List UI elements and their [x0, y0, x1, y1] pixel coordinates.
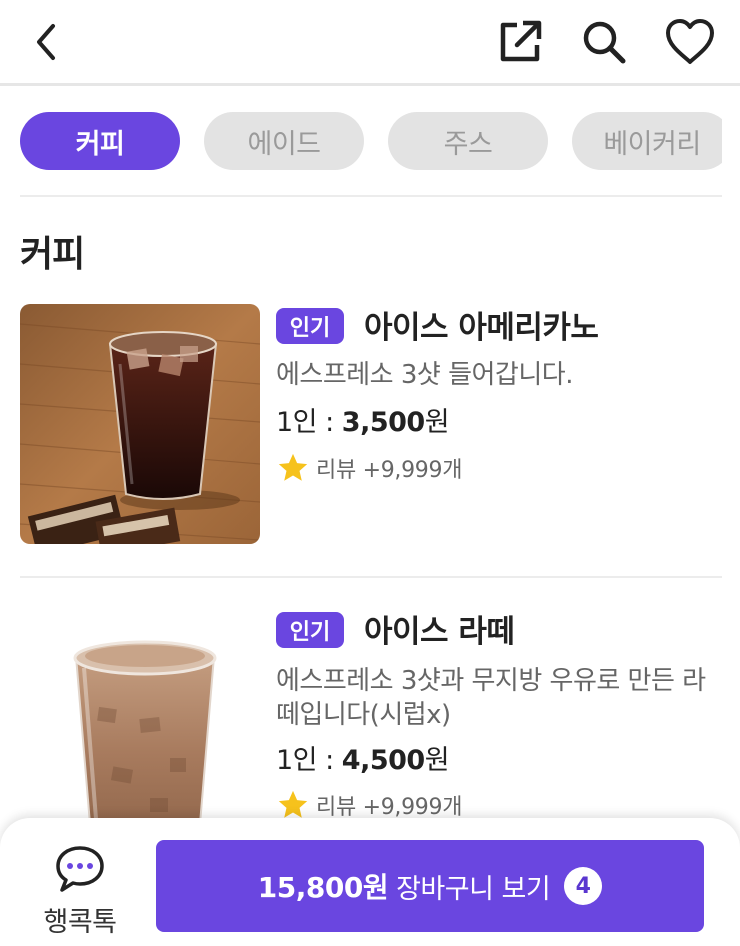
price-value: 4,500	[341, 745, 425, 776]
cart-count-badge: 4	[564, 867, 603, 905]
heart-icon	[666, 19, 714, 64]
cart-total: 15,800원	[257, 871, 389, 904]
review-text: 리뷰 +9,999개	[316, 795, 463, 820]
view-cart-button[interactable]: 15,800원 장바구니 보기 4	[156, 840, 704, 932]
external-link-icon	[500, 20, 542, 62]
popular-badge: 인기	[276, 612, 344, 648]
chevron-left-icon	[37, 24, 55, 60]
bottom-bar: 행콕톡 15,800원 장바구니 보기 4	[0, 818, 740, 946]
review-count: 리뷰 +9,999개	[276, 788, 462, 822]
tab-ade[interactable]: 에이드	[204, 112, 364, 170]
product-name: 아이스 라떼	[364, 614, 515, 650]
cart-label: 장바구니 보기	[396, 873, 551, 905]
price-prefix: 1인 :	[276, 407, 342, 438]
star-icon	[278, 790, 308, 818]
product-image-iced-latte	[20, 608, 260, 848]
product-price: 1인 : 3,500원	[276, 400, 450, 439]
tab-coffee[interactable]: 커피	[20, 112, 180, 170]
product-name: 아이스 아메리카노	[364, 310, 599, 346]
search-button[interactable]	[576, 14, 632, 70]
product-item[interactable]: 인기 아이스 라떼 에스프레소 3샷과 무지방 우유로 만든 라떼입니다(시럽x…	[20, 608, 722, 848]
price-value: 3,500	[341, 407, 425, 438]
popular-badge: 인기	[276, 308, 344, 344]
price-prefix: 1인 :	[276, 745, 342, 776]
price-unit: 원	[424, 745, 450, 776]
category-tabs: 커피 에이드 주스 베이커리	[20, 112, 722, 172]
tab-juice[interactable]: 주스	[388, 112, 548, 170]
section-title: 커피	[20, 234, 85, 275]
tab-bakery[interactable]: 베이커리	[572, 112, 722, 170]
favorite-button[interactable]	[662, 14, 718, 70]
page: 커피 에이드 주스 베이커리 커피 인기 아이스 아메리카노 에스프레소 3샷 …	[0, 0, 740, 946]
divider	[20, 195, 722, 197]
review-text: 리뷰 +9,999개	[316, 458, 463, 483]
product-description: 에스프레소 3샷 들어갑니다.	[276, 360, 573, 390]
product-item[interactable]: 인기 아이스 아메리카노 에스프레소 3샷 들어갑니다. 1인 : 3,500원…	[20, 304, 722, 546]
review-count: 리뷰 +9,999개	[276, 451, 462, 485]
share-button[interactable]	[492, 14, 548, 70]
chat-button[interactable]: 행콕톡	[32, 842, 128, 942]
product-price: 1인 : 4,500원	[276, 738, 450, 777]
divider	[20, 576, 722, 578]
star-icon	[278, 453, 308, 481]
top-bar	[0, 0, 740, 86]
product-description: 에스프레소 3샷과 무지방 우유로 만든 라떼입니다(시럽x)	[276, 666, 706, 730]
price-unit: 원	[424, 407, 450, 438]
search-icon	[583, 21, 626, 64]
chat-label: 행콕톡	[43, 907, 117, 938]
chat-bubble-icon	[56, 846, 104, 892]
product-image-iced-americano	[20, 304, 260, 544]
back-button[interactable]	[18, 14, 74, 70]
